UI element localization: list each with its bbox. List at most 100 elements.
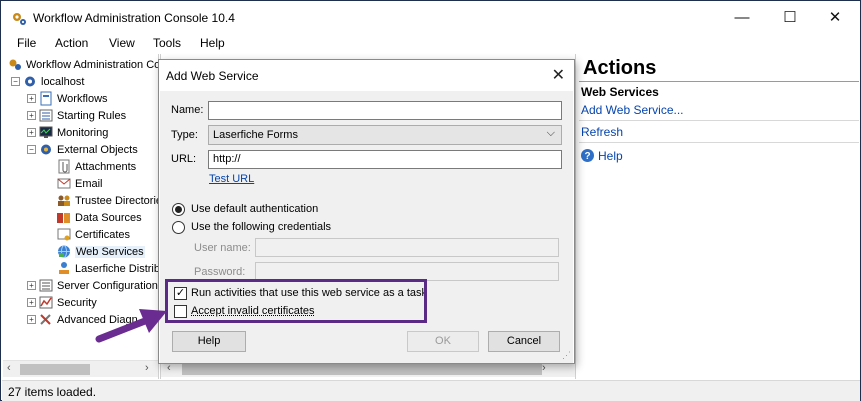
expand-icon[interactable]: + (27, 111, 36, 120)
svg-text:?: ? (584, 151, 590, 162)
tree-item-label: External Objects (57, 143, 138, 156)
security-chart-icon (39, 296, 53, 309)
tree-item-email[interactable]: Email (56, 175, 103, 192)
expand-icon[interactable]: + (27, 315, 36, 324)
tree-item-label: Server Configuration (57, 279, 158, 292)
users-icon (58, 195, 70, 206)
tree-root[interactable]: Workflow Administration Co (7, 56, 160, 73)
tree-item-label: Data Sources (75, 211, 142, 224)
resize-grip-icon[interactable]: ⋰ (562, 350, 571, 361)
name-field[interactable] (208, 101, 562, 120)
server-gear-icon (25, 76, 35, 87)
configuration-list-icon (39, 279, 53, 292)
menu-view[interactable]: View (109, 36, 135, 50)
default-auth-radio[interactable] (172, 203, 185, 216)
callout-arrow-icon (95, 309, 167, 343)
help-button[interactable]: Help (172, 331, 246, 352)
scroll-right-icon[interactable]: › (145, 362, 149, 374)
type-label: Type: (171, 129, 198, 141)
tree-item-attachments[interactable]: Attachments (56, 158, 136, 175)
tree-horizontal-scrollbar[interactable]: ‹ › (3, 360, 158, 377)
expand-icon[interactable]: + (27, 128, 36, 137)
scroll-left-icon[interactable]: ‹ (7, 362, 11, 374)
tree-item-label: Security (57, 296, 97, 309)
tree-item-laserfiche-distributed[interactable]: Laserfiche Distrib (56, 260, 160, 277)
tree-item-label: Starting Rules (57, 109, 127, 122)
credentials-auth-label: Use the following credentials (191, 221, 332, 233)
close-window-button[interactable]: ✕ (812, 6, 858, 30)
actions-pane: Actions Web Services Add Web Service... … (575, 54, 860, 379)
tree-item-certificates[interactable]: Certificates (56, 226, 130, 243)
help-icon: ? (581, 149, 594, 162)
tree-item-server-configuration[interactable]: + Server Configuration (27, 277, 158, 294)
expand-icon[interactable]: + (27, 298, 36, 307)
divider (579, 81, 859, 82)
credentials-auth-radio[interactable] (172, 221, 185, 234)
minimize-button[interactable]: — (719, 6, 765, 30)
collapse-icon[interactable]: − (27, 145, 36, 154)
username-field[interactable] (255, 238, 559, 257)
menu-file[interactable]: File (17, 36, 36, 50)
tree-item-external-objects[interactable]: − External Objects (27, 141, 138, 158)
title-bar: Workflow Administration Console 10.4 — ☐… (2, 2, 860, 33)
ok-button[interactable]: OK (407, 331, 479, 352)
tree-item-label: Trustee Directorie (75, 194, 163, 207)
collapse-icon[interactable]: − (11, 77, 20, 86)
test-url-link[interactable]: Test URL (209, 173, 254, 185)
tree-item-security[interactable]: + Security (27, 294, 97, 311)
type-select[interactable]: Laserfiche Forms ⌵ (208, 125, 562, 145)
tree-root-label: Workflow Administration Co (26, 58, 161, 71)
tools-icon (40, 314, 51, 325)
certificate-icon (57, 228, 71, 241)
tree-item-label: Workflows (57, 92, 108, 105)
highlight-callout-box (165, 279, 427, 323)
monitor-icon (39, 126, 53, 138)
external-objects-gear-icon (41, 144, 51, 155)
dialog-close-icon[interactable]: ✕ (552, 65, 565, 85)
app-window: Workflow Administration Console 10.4 — ☐… (0, 0, 861, 401)
help-link[interactable]: ? Help (580, 148, 623, 163)
chevron-down-icon: ⌵ (546, 127, 555, 139)
tree-item-trustee-directories[interactable]: Trustee Directorie (56, 192, 162, 209)
url-label: URL: (171, 153, 197, 165)
workflow-gear-icon (13, 13, 26, 25)
password-label: Password: (194, 266, 246, 278)
add-web-service-link[interactable]: Add Web Service... (581, 103, 684, 117)
tree-item-monitoring[interactable]: + Monitoring (27, 124, 108, 141)
status-text: 27 items loaded. (8, 385, 97, 399)
distributed-computing-icon (59, 262, 69, 274)
actions-title: Actions (583, 57, 657, 79)
dialog-title: Add Web Service (166, 69, 259, 83)
tree-item-starting-rules[interactable]: + Starting Rules (27, 107, 126, 124)
globe-icon (58, 245, 70, 258)
default-auth-label: Use default authentication (191, 203, 319, 215)
tree-server[interactable]: − localhost (11, 73, 84, 90)
cancel-button[interactable]: Cancel (488, 331, 560, 352)
refresh-link[interactable]: Refresh (581, 125, 623, 139)
menu-tools[interactable]: Tools (153, 36, 181, 50)
expand-icon[interactable]: + (27, 94, 36, 103)
tree-item-label: Web Services (75, 245, 145, 258)
paperclip-icon (58, 159, 70, 174)
name-label: Name: (171, 104, 204, 116)
tree-item-label: Certificates (75, 228, 131, 241)
tree-item-data-sources[interactable]: Data Sources (56, 209, 142, 226)
tree-server-label: localhost (41, 75, 85, 88)
actions-section-title: Web Services (581, 85, 659, 99)
tree-item-label: Attachments (75, 160, 137, 173)
tree-item-workflows[interactable]: + Workflows (27, 90, 108, 107)
url-field[interactable]: http:// (208, 150, 562, 169)
type-select-value: Laserfiche Forms (213, 129, 298, 141)
tree-item-label: Email (75, 177, 103, 190)
tree-item-web-services[interactable]: Web Services (56, 243, 145, 260)
status-bar: 27 items loaded. (2, 380, 860, 401)
scrollbar-thumb[interactable] (20, 364, 90, 375)
maximize-button[interactable]: ☐ (767, 6, 813, 30)
database-icon (57, 213, 70, 223)
scrollbar-thumb[interactable] (182, 364, 542, 375)
menu-help[interactable]: Help (200, 36, 225, 50)
menu-action[interactable]: Action (55, 36, 88, 50)
email-icon (57, 178, 71, 189)
expand-icon[interactable]: + (27, 281, 36, 290)
tree-item-label: Monitoring (57, 126, 109, 139)
